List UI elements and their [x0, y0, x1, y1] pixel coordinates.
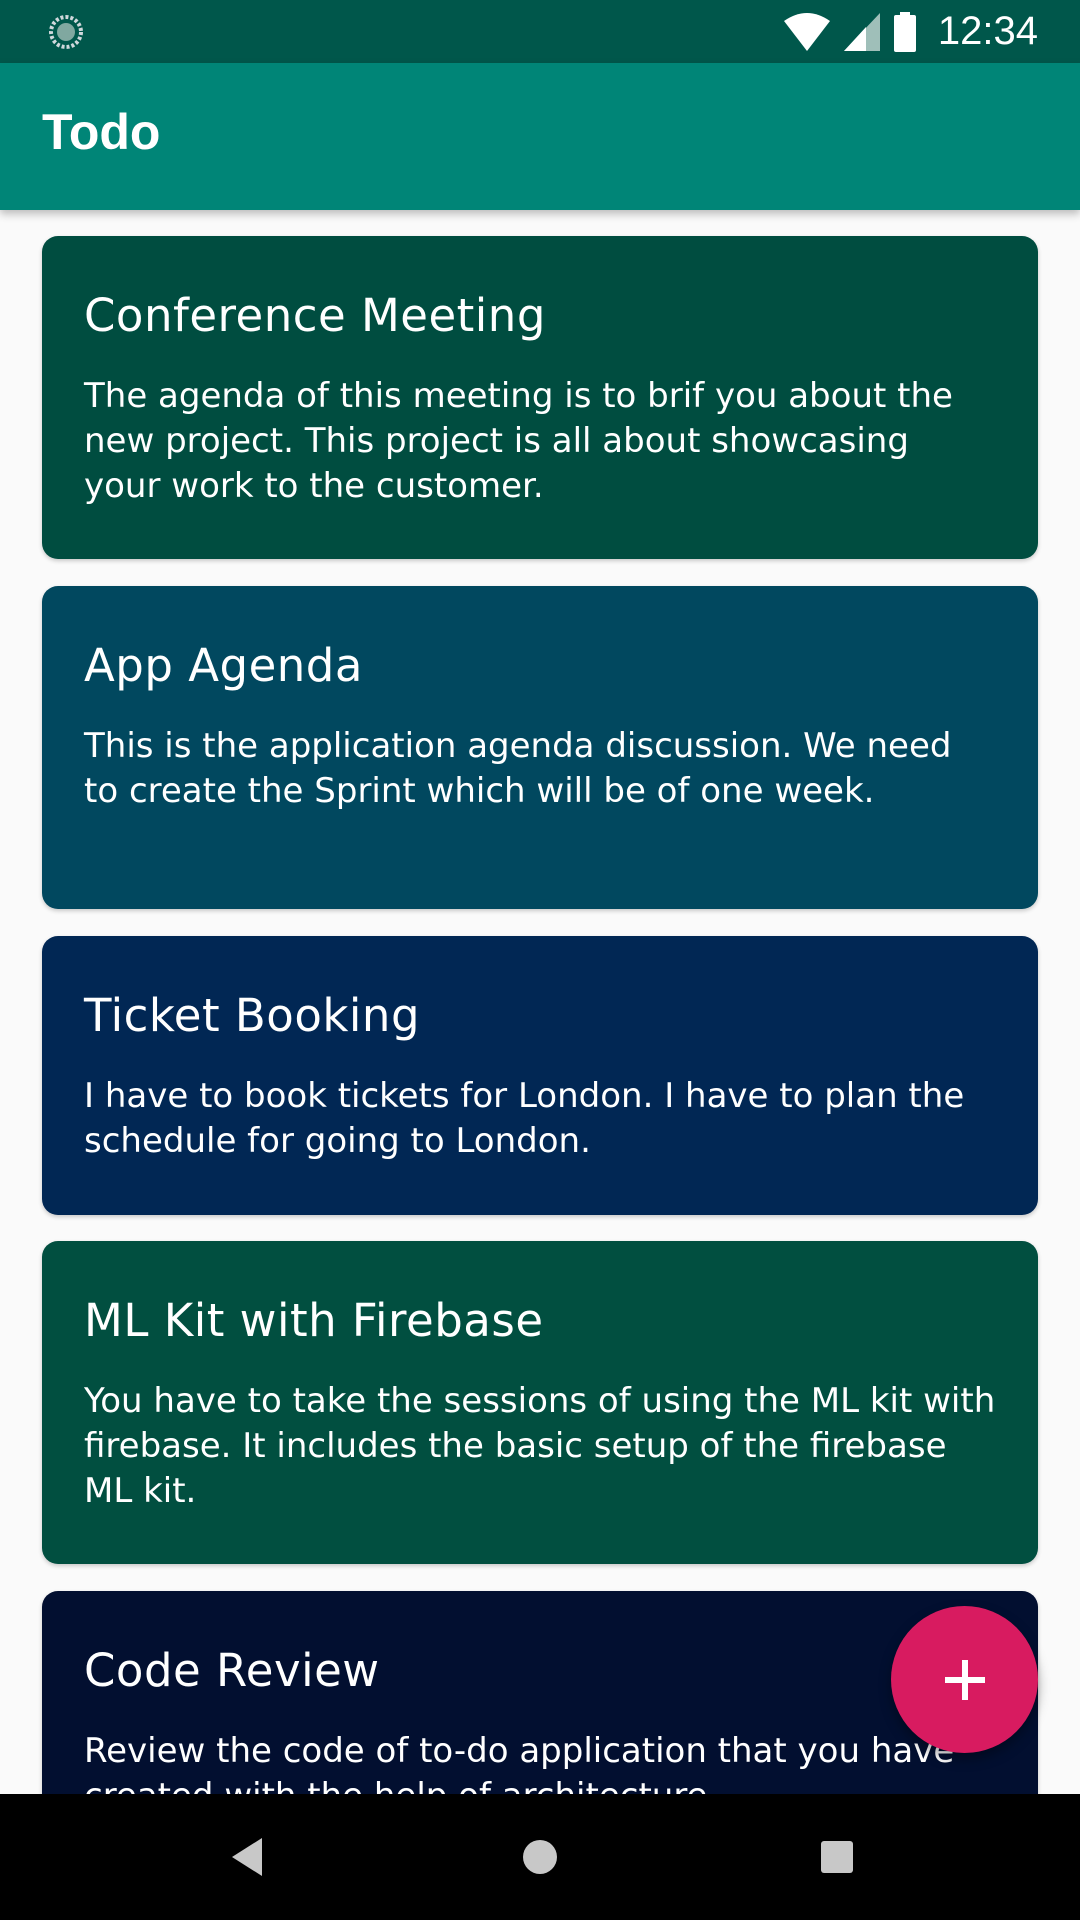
todo-card[interactable]: Conference Meeting The agenda of this me…: [42, 236, 1038, 559]
status-time: 12:34: [937, 9, 1038, 53]
navigation-bar: [0, 1794, 1080, 1920]
todo-description: This is the application agenda discussio…: [84, 726, 952, 811]
todo-title: Ticket Booking: [84, 989, 421, 1042]
sync-icon: [49, 15, 83, 49]
plus-icon: [944, 1659, 985, 1700]
todo-card[interactable]: Ticket Booking I have to book tickets fo…: [42, 936, 1038, 1215]
todo-card[interactable]: ML Kit with Firebase You have to take th…: [42, 1241, 1038, 1564]
todo-title: Code Review: [84, 1644, 380, 1697]
todo-list[interactable]: Conference Meeting The agenda of this me…: [0, 210, 1080, 1794]
todo-description: You have to take the sessions of using t…: [84, 1381, 996, 1511]
todo-title: App Agenda: [84, 639, 363, 692]
add-todo-button[interactable]: [891, 1606, 1038, 1753]
app-bar: Todo: [0, 63, 1080, 210]
recents-icon[interactable]: [812, 1832, 862, 1882]
battery-icon: [893, 11, 916, 52]
wifi-icon: [783, 12, 830, 51]
todo-description: I have to book tickets for London. I hav…: [84, 1076, 965, 1161]
todo-card[interactable]: App Agenda This is the application agend…: [42, 586, 1038, 909]
todo-description: The agenda of this meeting is to brif yo…: [84, 376, 953, 506]
todo-card[interactable]: Code Review Review the code of to-do app…: [42, 1591, 1038, 1794]
todo-title: Conference Meeting: [84, 289, 546, 342]
home-icon[interactable]: [515, 1832, 565, 1882]
status-bar: 12:34: [0, 0, 1080, 63]
signal-icon: [843, 12, 880, 51]
back-icon[interactable]: [222, 1832, 272, 1882]
todo-description: Review the code of to-do application tha…: [84, 1731, 955, 1794]
todo-title: ML Kit with Firebase: [84, 1294, 544, 1347]
page-title: Todo: [42, 104, 161, 160]
